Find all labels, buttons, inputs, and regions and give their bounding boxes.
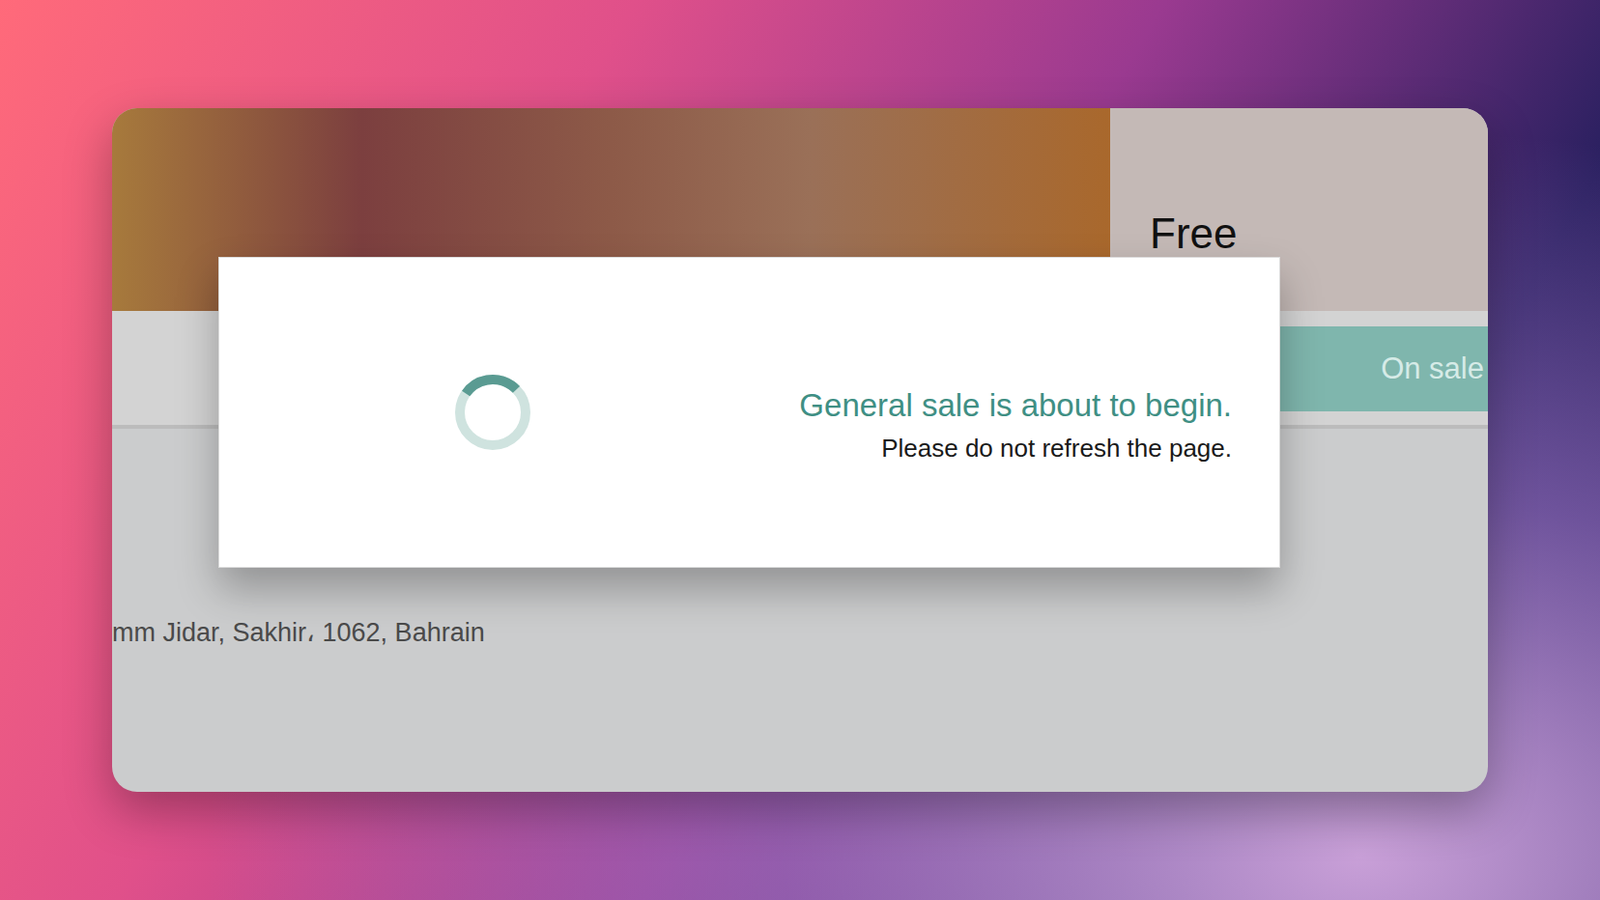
dialog-message: Please do not refresh the page. bbox=[881, 431, 1232, 465]
spinner-icon bbox=[453, 372, 533, 453]
dialog-title: General sale is about to begin. bbox=[799, 385, 1232, 427]
dialog-text: General sale is about to begin. Please do… bbox=[532, 385, 1232, 465]
on-sale-button[interactable]: On sale bbox=[1280, 326, 1488, 412]
address: mm Jidar, Sakhir، 1062, Bahrain bbox=[112, 618, 486, 648]
event-card: Free On sale mm Jidar, Sakhir، 1062, Bahra… bbox=[112, 108, 1488, 793]
desktop: Free On sale mm Jidar, Sakhir، 1062, Bahra… bbox=[0, 0, 1600, 900]
loading-dialog: General sale is about to begin. Please do… bbox=[218, 257, 1281, 569]
price-label: Free bbox=[1149, 209, 1237, 258]
